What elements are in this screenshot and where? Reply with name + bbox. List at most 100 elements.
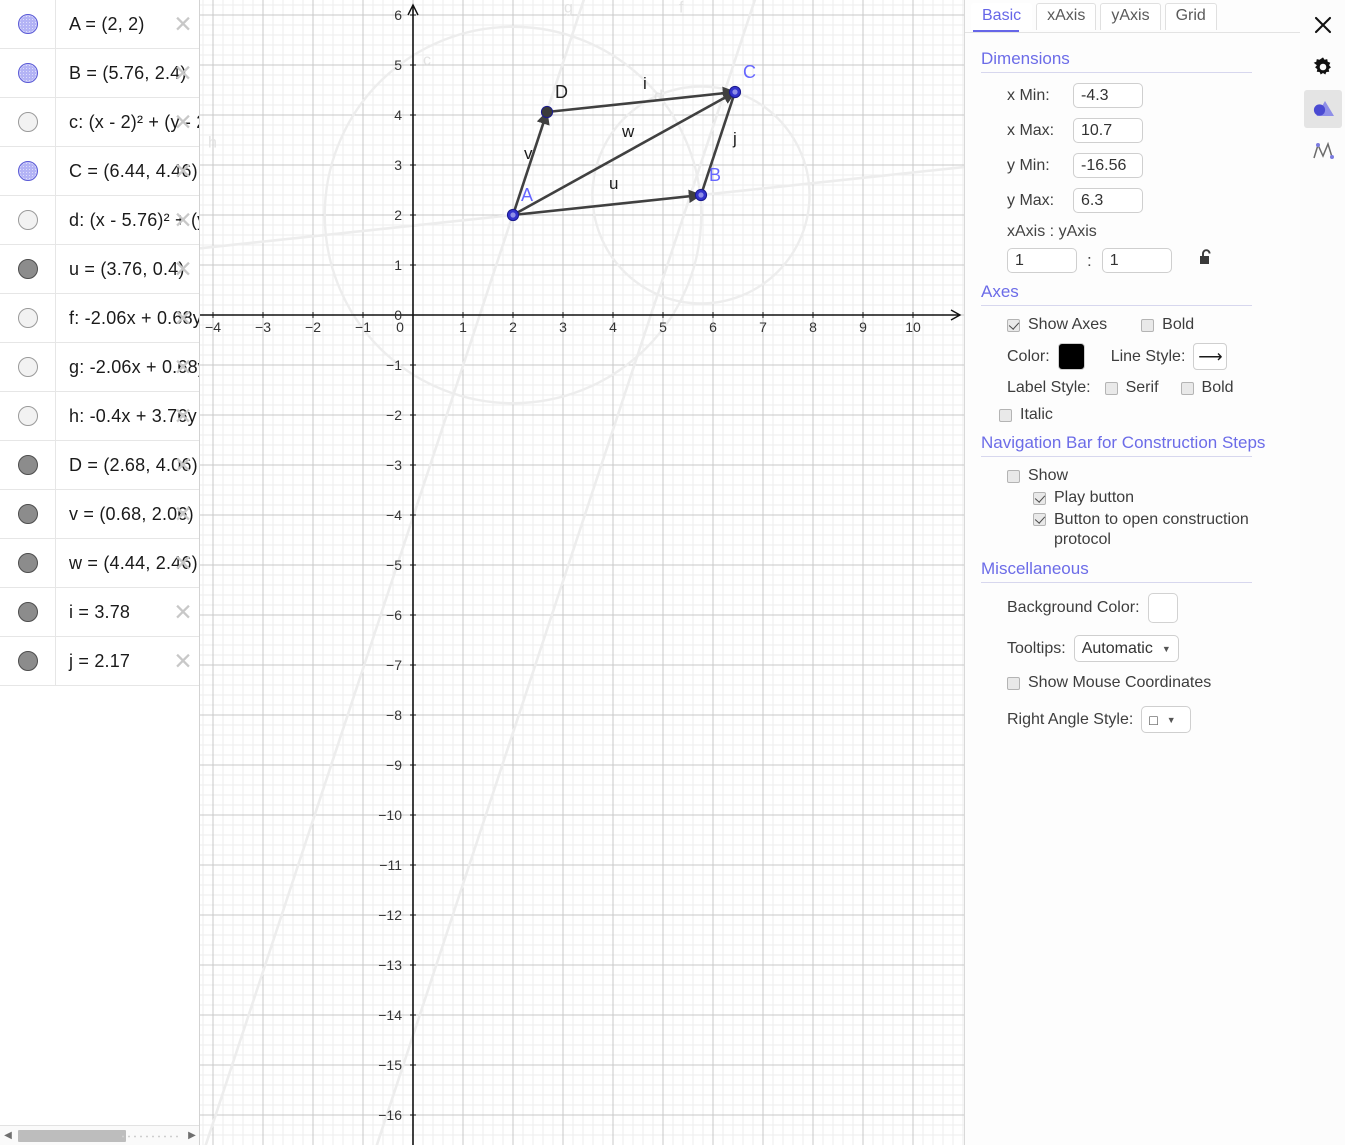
visibility-toggle-dot[interactable]: [17, 504, 38, 524]
visibility-toggle-dot[interactable]: [17, 455, 38, 475]
nav-show-checkbox[interactable]: [1007, 469, 1020, 483]
visibility-toggle-dot[interactable]: [17, 406, 38, 426]
scrollbar-thumb[interactable]: [18, 1129, 126, 1142]
delete-object-icon[interactable]: ✕: [172, 356, 194, 379]
algebra-row[interactable]: u = (3.76, 0.4) ✕: [0, 245, 199, 294]
right-angle-style-dropdown[interactable]: □ ▼: [1141, 706, 1192, 733]
row-nav-play: Play button: [1033, 489, 1288, 507]
visibility-toggle-dot[interactable]: [17, 210, 38, 230]
delete-object-icon[interactable]: ✕: [172, 454, 194, 477]
background-color-swatch[interactable]: [1147, 593, 1178, 623]
algebra-horizontal-scrollbar[interactable]: ◀ ▶: [0, 1125, 199, 1145]
visibility-toggle-dot[interactable]: [17, 651, 38, 671]
label-italic-checkbox[interactable]: [999, 408, 1012, 422]
axes-line-style-button[interactable]: ⟶: [1193, 343, 1228, 370]
x-tick-label: −1: [355, 319, 371, 335]
tab-yaxis[interactable]: yAxis: [1100, 3, 1161, 30]
visibility-toggle-dot[interactable]: [17, 14, 38, 34]
delete-object-icon[interactable]: ✕: [172, 160, 194, 183]
delete-object-icon[interactable]: ✕: [172, 209, 194, 232]
section-divider-miscellaneous: [981, 582, 1252, 583]
nav-protocol-checkbox[interactable]: [1033, 513, 1046, 526]
algebra-row[interactable]: A = (2, 2) ✕: [0, 0, 199, 49]
object-visibility-cell: [0, 637, 56, 685]
ratio-x-input[interactable]: [1007, 248, 1077, 273]
visibility-toggle-dot[interactable]: [17, 308, 38, 328]
y-max-input[interactable]: [1073, 188, 1143, 213]
visibility-toggle-dot[interactable]: [17, 63, 38, 83]
delete-object-icon[interactable]: ✕: [172, 62, 194, 85]
x-max-input[interactable]: [1073, 118, 1143, 143]
algebra-row[interactable]: C = (6.44, 4.46) ✕: [0, 147, 199, 196]
algebra-row[interactable]: g: -2.06x + 0.68y = -2.75✕: [0, 343, 199, 392]
faint-label-f: f: [679, 0, 684, 17]
object-visibility-cell: [0, 392, 56, 440]
show-axes-checkbox[interactable]: [1007, 318, 1020, 332]
function-inspector-icon[interactable]: [1304, 132, 1342, 170]
axes-bold-label: Bold: [1162, 316, 1195, 333]
delete-object-icon[interactable]: ✕: [172, 13, 194, 36]
unlock-ratio-icon[interactable]: [1194, 247, 1216, 274]
tab-xaxis[interactable]: xAxis: [1036, 3, 1097, 30]
tab-grid[interactable]: Grid: [1164, 3, 1217, 30]
scrollbar-track[interactable]: [16, 1128, 184, 1143]
label-bold-checkbox[interactable]: [1180, 381, 1194, 395]
point-label-C: C: [743, 62, 756, 82]
graphics-canvas[interactable]: cdfgh−4 −3 −2 −1 0 1 2 3 4 5 6 7 8 9 106543210−1−2−3−4…: [200, 0, 965, 1145]
y-min-input[interactable]: [1073, 153, 1143, 178]
ratio-y-input[interactable]: [1101, 248, 1172, 273]
algebra-row[interactable]: w = (4.44, 2.46) ✕: [0, 539, 199, 588]
axes-color-swatch[interactable]: [1057, 343, 1085, 370]
visibility-toggle-dot[interactable]: [17, 259, 38, 279]
graphics-view-icon[interactable]: [1303, 90, 1342, 128]
tab-basic[interactable]: Basic: [971, 3, 1033, 30]
point-D[interactable]: [540, 105, 554, 119]
construction-layer[interactable]: [506, 85, 742, 222]
delete-object-icon[interactable]: ✕: [172, 601, 194, 624]
y-tick-label: 6: [394, 7, 402, 23]
algebra-row[interactable]: h: -0.4x + 3.76y = 6.72✕: [0, 392, 199, 441]
tooltips-dropdown[interactable]: Automatic ▼: [1073, 635, 1179, 662]
show-mouse-coordinates-checkbox[interactable]: [1007, 676, 1020, 690]
view-icon-rail[interactable]: [1300, 0, 1345, 1145]
x-min-input[interactable]: [1073, 83, 1143, 108]
delete-object-icon[interactable]: ✕: [172, 405, 194, 428]
algebra-view-panel[interactable]: A = (2, 2) ✕ B = (5.76, 2.4) ✕ c: (x - 2)² +…: [0, 0, 200, 1145]
graphics-view[interactable]: c d f g h −4 −3 −2 −1 0 1 2 3 4 5 6 7 8 9 10 6 5 4 3 2 1 0 −1 −2 −3 −4…: [200, 0, 965, 1145]
scroll-left-arrow-icon[interactable]: ◀: [0, 1126, 16, 1145]
visibility-toggle-dot[interactable]: [17, 602, 38, 622]
visibility-toggle-dot[interactable]: [17, 112, 38, 132]
y-tick-label: −14: [378, 1007, 402, 1023]
delete-object-icon[interactable]: ✕: [172, 307, 194, 330]
settings-tabbar[interactable]: Basic xAxis yAxis Grid: [965, 0, 1300, 30]
y-min-label: y Min:: [1007, 156, 1050, 174]
x-tick-label: 9: [859, 319, 867, 335]
visibility-toggle-dot[interactable]: [17, 357, 38, 377]
algebra-row[interactable]: v = (0.68, 2.06) ✕: [0, 490, 199, 539]
field-y-max: y Max:: [1007, 188, 1288, 213]
algebra-row[interactable]: j = 2.17 ✕: [0, 637, 199, 686]
delete-object-icon[interactable]: ✕: [172, 552, 194, 575]
axes-bold-checkbox[interactable]: [1141, 318, 1155, 332]
algebra-row[interactable]: c: (x - 2)² + (y - 2)² = 14.17✕: [0, 98, 199, 147]
faint-label-g: g: [564, 0, 573, 17]
scroll-right-arrow-icon[interactable]: ▶: [184, 1126, 199, 1145]
algebra-row[interactable]: f: -2.06x + 0.68y = -9.8✕: [0, 294, 199, 343]
nav-play-checkbox[interactable]: [1033, 491, 1046, 505]
algebra-row[interactable]: i = 3.78 ✕: [0, 588, 199, 637]
show-axes-label: Show Axes: [1028, 316, 1108, 333]
section-divider-dimensions: [981, 72, 1252, 73]
visibility-toggle-dot[interactable]: [17, 553, 38, 573]
label-serif-checkbox[interactable]: [1104, 381, 1118, 395]
algebra-row[interactable]: B = (5.76, 2.4) ✕: [0, 49, 199, 98]
algebra-row[interactable]: d: (x - 5.76)² + (y - 2.4)² = 4.71✕: [0, 196, 199, 245]
delete-object-icon[interactable]: ✕: [172, 503, 194, 526]
gear-icon[interactable]: [1304, 48, 1342, 86]
visibility-toggle-dot[interactable]: [17, 161, 38, 181]
delete-object-icon[interactable]: ✕: [172, 258, 194, 281]
row-label-style: Label Style: Serif Bold: [1007, 379, 1288, 397]
close-icon[interactable]: [1304, 6, 1342, 44]
delete-object-icon[interactable]: ✕: [172, 111, 194, 134]
delete-object-icon[interactable]: ✕: [172, 650, 194, 673]
algebra-row[interactable]: D = (2.68, 4.06) ✕: [0, 441, 199, 490]
